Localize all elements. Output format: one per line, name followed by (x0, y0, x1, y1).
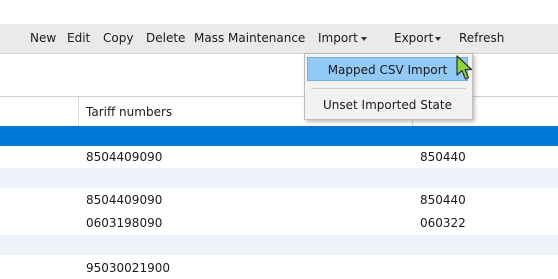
table-row[interactable]: 95030021900 (0, 258, 558, 278)
edit-button[interactable]: Edit (67, 24, 90, 53)
table-row[interactable] (0, 168, 558, 188)
export-label: Export (394, 31, 434, 45)
mass-maintenance-button[interactable]: Mass Maintenance (194, 24, 305, 53)
export-dropdown-button[interactable]: Export (394, 24, 444, 53)
import-label: Import (318, 31, 358, 45)
menu-item-unset-imported-state[interactable]: Unset Imported State (307, 93, 468, 117)
grid-header: Tariff numbers (0, 96, 558, 128)
window-top-strip (0, 0, 558, 24)
menu-divider (311, 88, 466, 89)
menu-item-mapped-csv-import[interactable]: Mapped CSV Import (307, 57, 468, 81)
table-row[interactable]: 0603198090 060322 (0, 213, 558, 233)
tariff-number-cell: 0603198090 (86, 216, 163, 230)
tariff-number-cell: 8504409090 (86, 193, 163, 207)
import-dropdown-button[interactable]: Import (318, 24, 370, 53)
chevron-down-icon (435, 37, 441, 41)
copy-button[interactable]: Copy (103, 24, 133, 53)
chevron-down-icon (361, 37, 367, 41)
tariff-number-cell: 8504409090 (86, 150, 163, 164)
delete-button[interactable]: Delete (146, 24, 185, 53)
new-button[interactable]: New (30, 24, 56, 53)
table-row[interactable]: 8504409090 850440 (0, 147, 558, 167)
table-row[interactable]: 8504409090 850440 (0, 190, 558, 210)
column-header-tariff-numbers[interactable]: Tariff numbers (86, 97, 172, 127)
code-cell: 850440 (420, 193, 466, 207)
filter-area (0, 54, 558, 96)
toolbar: New Edit Copy Delete Mass Maintenance Im… (0, 24, 558, 54)
green-arrow-cursor-icon (456, 55, 473, 80)
code-cell: 850440 (420, 150, 466, 164)
table-row[interactable] (0, 235, 558, 255)
refresh-button[interactable]: Refresh (459, 24, 504, 53)
table-row-selected[interactable] (0, 126, 558, 146)
tariff-number-cell: 95030021900 (86, 261, 170, 275)
import-dropdown-menu: Mapped CSV Import Unset Imported State (304, 53, 473, 120)
column-separator[interactable] (78, 97, 79, 127)
code-cell: 060322 (420, 216, 466, 230)
